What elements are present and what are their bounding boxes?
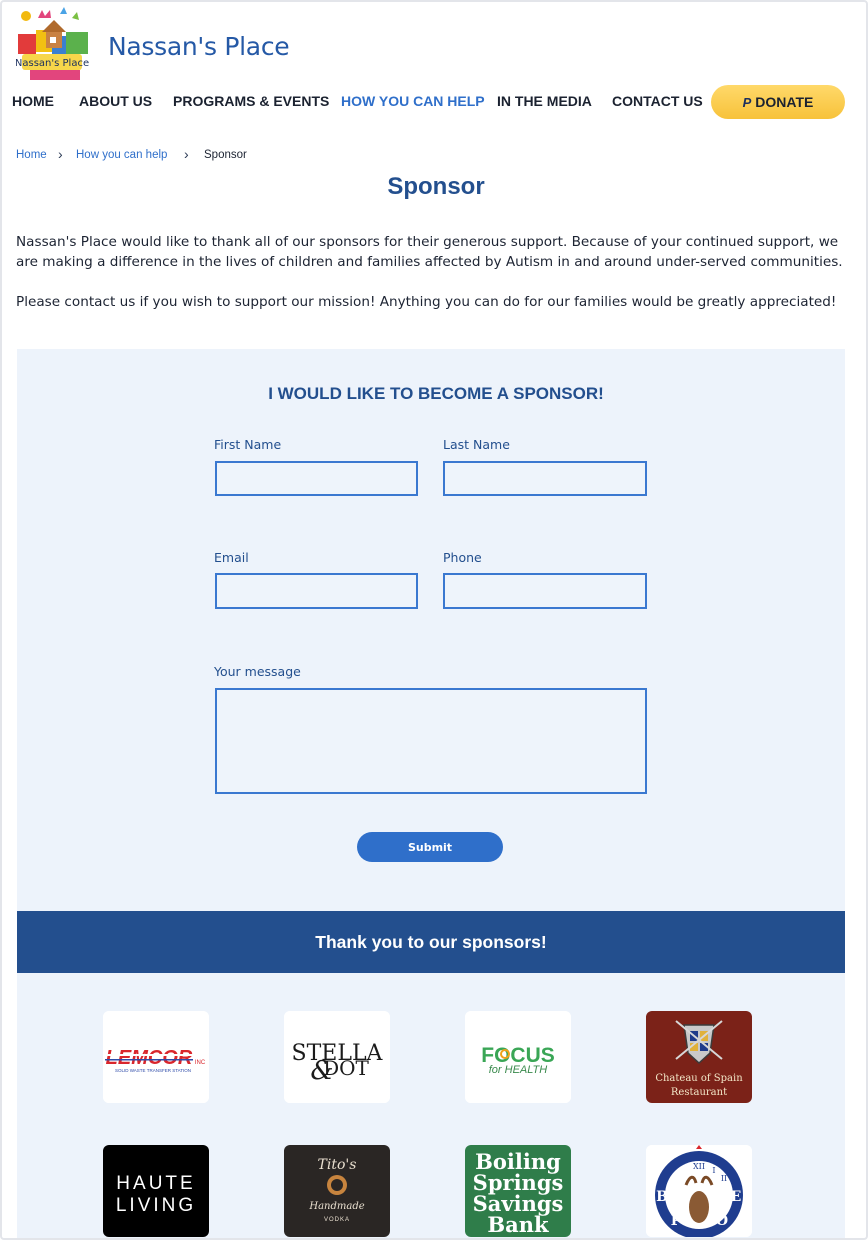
logo-text: II	[721, 1174, 727, 1183]
intro-text: Nassan's Place would like to thank all o…	[16, 232, 846, 332]
phone-label: Phone	[443, 550, 482, 565]
email-input[interactable]	[215, 573, 418, 609]
message-textarea[interactable]	[215, 688, 647, 794]
logo-text: Restaurant	[671, 1087, 727, 1098]
logo-text: P	[671, 1213, 682, 1229]
last-name-input[interactable]	[443, 461, 647, 496]
logo-text: B	[656, 1189, 668, 1205]
sponsor-logo-titos[interactable]: Tito's Handmade VODKA	[284, 1145, 390, 1237]
nav-contact-us[interactable]: CONTACT US	[612, 93, 703, 109]
nav-home[interactable]: HOME	[12, 93, 54, 109]
phone-input[interactable]	[443, 573, 647, 609]
sponsor-form-panel	[17, 349, 845, 1238]
sponsor-logo-boiling-springs-savings-bank[interactable]: Boiling Springs Savings Bank	[465, 1145, 571, 1237]
chevron-right-icon: ›	[184, 146, 189, 162]
logo-text: LIVING	[116, 1195, 196, 1216]
site-logo[interactable]: Nassan's Place	[15, 4, 96, 82]
logo-text: INC	[195, 1060, 206, 1066]
logo-text: LEMCOR	[106, 1047, 193, 1069]
logo-text: DOT	[323, 1056, 369, 1080]
logo-text: for HEALTH	[489, 1064, 548, 1076]
logo-text: SOLID WASTE TRANSFER STATION	[115, 1068, 191, 1073]
breadcrumb-how-you-can-help[interactable]: How you can help	[76, 149, 167, 161]
sponsors-heading-bar: Thank you to our sponsors!	[17, 911, 845, 973]
email-label: Email	[214, 550, 249, 565]
breadcrumb-home[interactable]: Home	[16, 149, 47, 161]
logo-text: Bank	[487, 1212, 549, 1237]
intro-paragraph: Nassan's Place would like to thank all o…	[16, 234, 843, 270]
paypal-icon: P	[742, 94, 752, 110]
site-title[interactable]: Nassan's Place	[108, 32, 290, 61]
chevron-right-icon: ›	[58, 146, 63, 162]
nav-in-the-media[interactable]: IN THE MEDIA	[497, 93, 592, 109]
logo-text: O	[716, 1213, 728, 1229]
sponsor-logo-focus-for-health[interactable]: FOCUS for HEALTH	[465, 1011, 571, 1103]
sponsor-logo-chateau-of-spain[interactable]: Chateau of Spain Restaurant	[646, 1011, 752, 1103]
nav-how-you-can-help[interactable]: HOW YOU CAN HELP	[341, 93, 485, 109]
donate-label: DONATE	[755, 94, 814, 110]
logo-text: E	[731, 1189, 742, 1205]
logo-text: Tito's	[318, 1157, 357, 1173]
sponsor-logo-bpoe-elks[interactable]: XII I II B P O E	[646, 1145, 752, 1237]
logo-text: Chateau of Spain	[655, 1073, 743, 1084]
form-heading: I WOULD LIKE TO BECOME A SPONSOR!	[268, 384, 604, 403]
logo-text: I	[712, 1166, 715, 1175]
nav-about-us[interactable]: ABOUT US	[79, 93, 152, 109]
breadcrumb-current: Sponsor	[204, 149, 247, 161]
logo-text: HAUTE	[116, 1173, 195, 1194]
logo-text: Nassan's Place	[16, 58, 89, 69]
intro-paragraph: Please contact us if you wish to support…	[16, 294, 837, 310]
logo-text: XII	[693, 1162, 705, 1171]
sponsor-logo-haute-living[interactable]: HAUTE LIVING	[103, 1145, 209, 1237]
message-label: Your message	[214, 664, 301, 679]
submit-button[interactable]: Submit	[357, 832, 503, 862]
sponsors-heading: Thank you to our sponsors!	[315, 931, 547, 952]
last-name-label: Last Name	[443, 437, 510, 452]
donate-button[interactable]: P DONATE	[711, 85, 845, 119]
logo-text: Handmade	[308, 1201, 364, 1212]
nav-programs-events[interactable]: PROGRAMS & EVENTS	[173, 93, 329, 109]
page: Nassan's Place Nassan's Place HOME ABOUT…	[0, 0, 868, 1240]
first-name-label: First Name	[214, 437, 282, 452]
page-title: Sponsor	[387, 173, 485, 200]
sponsor-logo-stella-dot[interactable]: STELLA & DOT	[284, 1011, 390, 1103]
logo-text: VODKA	[324, 1217, 350, 1223]
first-name-input[interactable]	[215, 461, 418, 496]
sponsor-logo-lemcor[interactable]: LEMCOR INC SOLID WASTE TRANSFER STATION	[103, 1011, 209, 1103]
